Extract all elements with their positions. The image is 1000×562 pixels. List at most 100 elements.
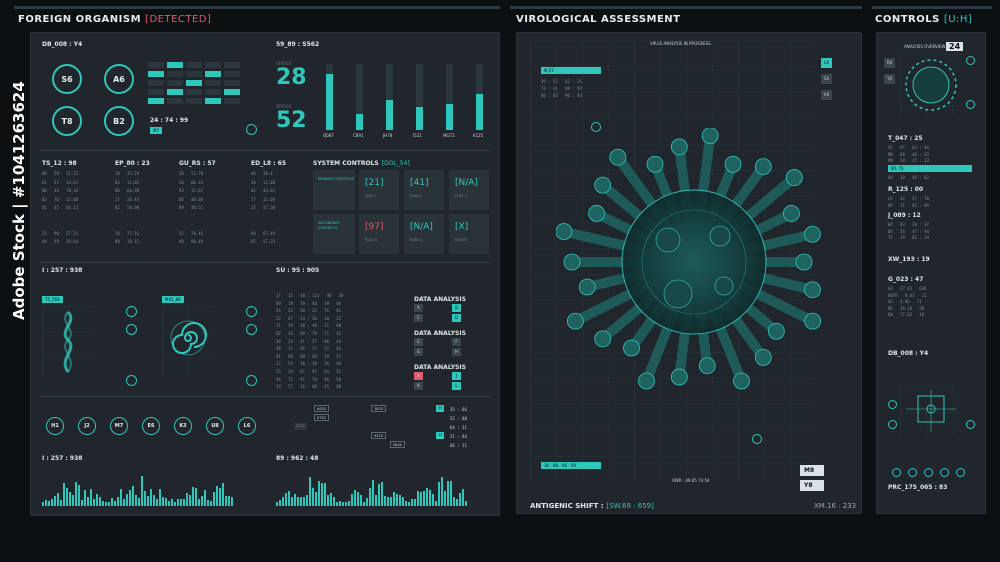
- foreign-organism-panel: [30, 32, 500, 516]
- analysis-btn-b[interactable]: B: [452, 304, 461, 312]
- right-highlight-bar[interactable]: M1.76: [888, 165, 972, 172]
- analysis-btn-f[interactable]: F: [452, 338, 461, 346]
- overview-dial-1[interactable]: [966, 56, 975, 65]
- mini-box-1[interactable]: 0025: [314, 405, 329, 412]
- status-ring-t8[interactable]: T8: [52, 106, 82, 136]
- indicator-dot[interactable]: [956, 468, 965, 477]
- col-title-ts: TS_12 : 98: [42, 160, 77, 167]
- title-text: FOREIGN ORGANISM: [18, 14, 142, 25]
- mini-box-6[interactable]: 9845: [390, 441, 405, 448]
- code-dial-label: U8: [211, 423, 219, 429]
- status-ring-a6[interactable]: A6: [104, 64, 134, 94]
- table-cell: 97 : 78: [300, 376, 317, 382]
- indicator-dot[interactable]: [940, 468, 949, 477]
- code-dial-label: L6: [243, 423, 251, 429]
- scanner-tag-2[interactable]: M41_89: [162, 296, 184, 303]
- code-dial-m7[interactable]: M7: [110, 417, 128, 435]
- analysis-btn-d[interactable]: D: [452, 314, 461, 322]
- mini-box-8[interactable]: 12: [436, 432, 445, 439]
- code-dial-h1[interactable]: H1: [46, 417, 64, 435]
- waveform-bar: [195, 488, 197, 506]
- code-dial-l6[interactable]: L6: [238, 417, 256, 435]
- virus-readout-bar-1[interactable]: M.57: [541, 67, 601, 74]
- scanner-dial-5[interactable]: [246, 324, 257, 335]
- waveform-bar: [336, 502, 338, 506]
- top-divider-left: [14, 6, 500, 9]
- scanner-dial-3[interactable]: [126, 375, 137, 386]
- waveform-bar: [177, 499, 179, 506]
- waveform-bar: [459, 493, 461, 506]
- virus-spike-tip: [698, 357, 716, 375]
- data-analysis-label-3: DATA ANALYSIS: [414, 364, 466, 371]
- vortex-scan-icon: [170, 320, 207, 356]
- analysis-btn-a[interactable]: A: [414, 304, 423, 312]
- waveform-bar: [180, 499, 182, 506]
- target-dial-2[interactable]: [752, 434, 762, 444]
- waveform-bar: [147, 496, 149, 506]
- indicator-dot[interactable]: [924, 468, 933, 477]
- status-ring-b2[interactable]: B2: [104, 106, 134, 136]
- virus-readout-bar-2[interactable]: 36 : 88 : 46 : 60: [541, 462, 601, 469]
- mini-box-5[interactable]: 9516: [371, 432, 386, 439]
- code-dial-k3[interactable]: K3: [174, 417, 192, 435]
- waveform-bar: [306, 495, 308, 506]
- waveform-bar: [126, 494, 128, 506]
- scanner-dial-1[interactable]: [126, 306, 137, 317]
- waveform-bar: [345, 502, 347, 506]
- control-card-x[interactable]: [X] FLEX 6: [449, 214, 489, 254]
- timer-dial[interactable]: [246, 124, 257, 135]
- target-dial-1[interactable]: [591, 122, 601, 132]
- mini-box-2[interactable]: 0752: [314, 414, 329, 421]
- secondary-controls-card[interactable]: SECONDARY CONTROLS: [313, 214, 355, 254]
- legend-y8[interactable]: Y8: [800, 480, 824, 491]
- mini-box-3[interactable]: 2222: [294, 423, 307, 430]
- primary-controls-card[interactable]: PRIMARY CONTROLS: [313, 170, 355, 210]
- scanner-dial-6[interactable]: [246, 375, 257, 386]
- waveform-bar: [111, 498, 113, 506]
- status-ring-s6[interactable]: S6: [52, 64, 82, 94]
- side-select-l6[interactable]: L6: [821, 58, 832, 68]
- crosshair-dial-2[interactable]: [888, 420, 897, 429]
- control-card-97[interactable]: [97] FLEX 4: [359, 214, 399, 254]
- timer-tag[interactable]: M7: [150, 127, 162, 134]
- side-select-s3[interactable]: S3: [821, 74, 832, 84]
- analysis-btn-l[interactable]: L: [452, 382, 461, 390]
- section-label-59: 59_89 : S562: [276, 41, 320, 48]
- analysis-btn-e[interactable]: E: [414, 338, 423, 346]
- toggle-button-grid[interactable]: [148, 62, 240, 104]
- system-controls-tag: [DOL_54]: [381, 160, 410, 167]
- scanner-dial-2[interactable]: [126, 324, 137, 335]
- right-select-r6[interactable]: R6: [884, 58, 895, 68]
- right-select-y6[interactable]: Y6: [884, 74, 895, 84]
- indicator-dot[interactable]: [892, 468, 901, 477]
- analysis-btn-h[interactable]: H: [452, 348, 461, 356]
- waveform-bar: [432, 494, 434, 506]
- mini-box-7[interactable]: 55: [436, 405, 445, 412]
- code-dial-u8[interactable]: U8: [206, 417, 224, 435]
- analysis-btn-g[interactable]: G: [414, 348, 423, 356]
- analysis-btn-i[interactable]: I: [414, 372, 423, 380]
- legend-m8[interactable]: M8: [800, 465, 824, 476]
- analysis-btn-c[interactable]: C: [414, 314, 423, 322]
- control-card-21[interactable]: [21] FLEX 1: [359, 170, 399, 210]
- control-card-41[interactable]: [41] FLEX 2: [404, 170, 444, 210]
- crosshair-dial-1[interactable]: [888, 400, 897, 409]
- code-dial-j2[interactable]: J2: [78, 417, 96, 435]
- overview-dial-2[interactable]: [966, 100, 975, 109]
- scanner-tag-1[interactable]: T5_568: [42, 296, 63, 303]
- indicator-dot[interactable]: [908, 468, 917, 477]
- card-value: [97]: [365, 222, 384, 232]
- control-card-na-1[interactable]: [N/A] FLEX 3: [449, 170, 489, 210]
- crosshair-dial-3[interactable]: [966, 420, 975, 429]
- waveform-bar: [75, 482, 77, 506]
- analysis-btn-j[interactable]: J: [452, 372, 461, 380]
- control-card-na-2[interactable]: [N/A] FLEX 5: [404, 214, 444, 254]
- xm-code: XM.16 : 233: [814, 502, 857, 510]
- code-dial-e6[interactable]: E6: [142, 417, 160, 435]
- side-select-a4[interactable]: A4: [821, 90, 832, 100]
- analysis-btn-k[interactable]: K: [414, 382, 423, 390]
- scanner-dial-4[interactable]: [246, 306, 257, 317]
- mini-box-4[interactable]: 2870: [371, 405, 386, 412]
- status-value-b: 52: [276, 108, 307, 133]
- waveform-bar: [399, 495, 401, 506]
